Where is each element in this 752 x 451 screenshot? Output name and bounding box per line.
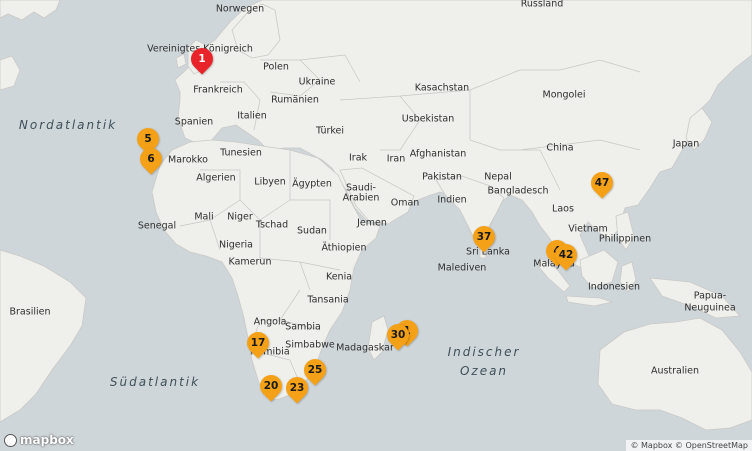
marker-count: 23: [289, 382, 305, 394]
map-label: Oman: [390, 197, 420, 209]
landmass-madagascar: [367, 315, 389, 361]
map-label: Tansania: [307, 294, 349, 306]
map-label: Türkei: [315, 125, 345, 137]
map-label: Niger: [227, 211, 253, 223]
marker-count: 1: [198, 53, 206, 65]
map-label: Senegal: [137, 220, 177, 232]
landmass-ireland: [175, 53, 187, 69]
map-label: Malediven: [437, 262, 487, 274]
map-label: Ägypten: [292, 178, 332, 190]
map-label: Brasilien: [9, 306, 51, 318]
map-label: Afghanistan: [409, 148, 467, 160]
map-label: Algerien: [196, 172, 236, 184]
marker-count: 37: [476, 231, 492, 243]
marker-count: 30: [390, 329, 406, 341]
map-marker[interactable]: 20: [255, 370, 287, 402]
marker-count: 5: [144, 133, 152, 145]
map-marker[interactable]: 30: [382, 319, 414, 351]
map-label: Usbekistan: [401, 113, 455, 125]
map-label: Philippinen: [598, 233, 652, 245]
map-label: Rumänien: [271, 94, 319, 106]
map-marker[interactable]: 47: [586, 167, 618, 199]
map-marker[interactable]: 1: [186, 43, 218, 75]
map-label: Tunesien: [220, 147, 262, 159]
landmass-south-america: [0, 249, 87, 423]
map-label: Kamerun: [228, 256, 272, 268]
map-label: Frankreich: [193, 84, 243, 96]
map-attribution[interactable]: © Mapbox © OpenStreetMap: [626, 440, 752, 451]
map-label: Irak: [348, 152, 368, 164]
landmass-greenland: [0, 0, 61, 21]
map-label: Madagaskar: [336, 342, 394, 354]
map-label: Indonesien: [588, 281, 640, 293]
ocean-label: Indischer: [447, 345, 521, 359]
marker-count: 6: [147, 153, 155, 165]
map-label: Marokko: [167, 154, 209, 166]
map-label: Neuguinea: [684, 302, 736, 314]
marker-count: 47: [594, 177, 610, 189]
map-label: Tschad: [255, 219, 289, 231]
marker-count: 42: [558, 249, 574, 261]
map-label: Russland: [520, 0, 564, 10]
map-label: Nepal: [484, 171, 512, 183]
map-label: Arabien: [342, 192, 380, 204]
map-marker[interactable]: 6: [135, 143, 167, 175]
map-label: Angola: [253, 316, 287, 328]
landmass-java: [565, 295, 614, 307]
map-label: Spanien: [174, 116, 214, 128]
marker-count: 20: [263, 380, 279, 392]
map-marker[interactable]: 37: [468, 221, 500, 253]
map-label: Papua-: [693, 290, 727, 302]
map-label: Nigeria: [219, 239, 253, 251]
map-label: Jemen: [357, 217, 387, 229]
map-label: Äthiopien: [321, 242, 367, 254]
map-label: Japan: [672, 138, 700, 150]
map-label: Kenia: [325, 271, 353, 283]
map-label: Australien: [650, 365, 700, 377]
ocean-label: Nordatlantik: [18, 118, 118, 132]
map-label: Mongolei: [542, 89, 586, 101]
mapbox-logo-icon: [4, 433, 17, 447]
map-label: Mali: [194, 211, 214, 223]
map-label: Simbabwe: [285, 339, 335, 351]
map-label: China: [546, 142, 574, 154]
map-label: Pakistan: [422, 171, 462, 183]
map-label: Sri Lanka: [466, 246, 510, 258]
map-marker[interactable]: 42: [550, 239, 582, 271]
map-marker[interactable]: 17: [242, 327, 274, 359]
landmass-newfoundland: [0, 55, 21, 91]
map-label: Bangladesch: [487, 185, 549, 197]
map-label: Norwegen: [215, 3, 265, 15]
map-label: Ukraine: [298, 76, 336, 88]
ocean-label: Ozean: [459, 364, 509, 378]
map-label: Polen: [263, 61, 289, 73]
map-marker[interactable]: 23: [281, 372, 313, 404]
map-label: Sudan: [297, 225, 327, 237]
map-label: Iran: [386, 153, 406, 165]
map-marker[interactable]: 5: [132, 123, 164, 155]
map-label: Indien: [437, 194, 467, 206]
map-view[interactable]: Russland Norwegen Vereinigtes Königreich Po…: [0, 0, 752, 451]
marker-count: 17: [250, 337, 266, 349]
map-label: Libyen: [254, 176, 286, 188]
mapbox-logo[interactable]: mapbox: [4, 433, 74, 447]
map-label: Laos: [552, 203, 574, 215]
map-label: Sambia: [285, 321, 321, 333]
landmass-philippines: [615, 211, 635, 251]
map-label: Kasachstan: [414, 82, 470, 94]
mapbox-logo-text: mapbox: [20, 433, 74, 447]
ocean-label: Südatlantik: [109, 375, 201, 389]
map-label: Italien: [237, 110, 267, 122]
